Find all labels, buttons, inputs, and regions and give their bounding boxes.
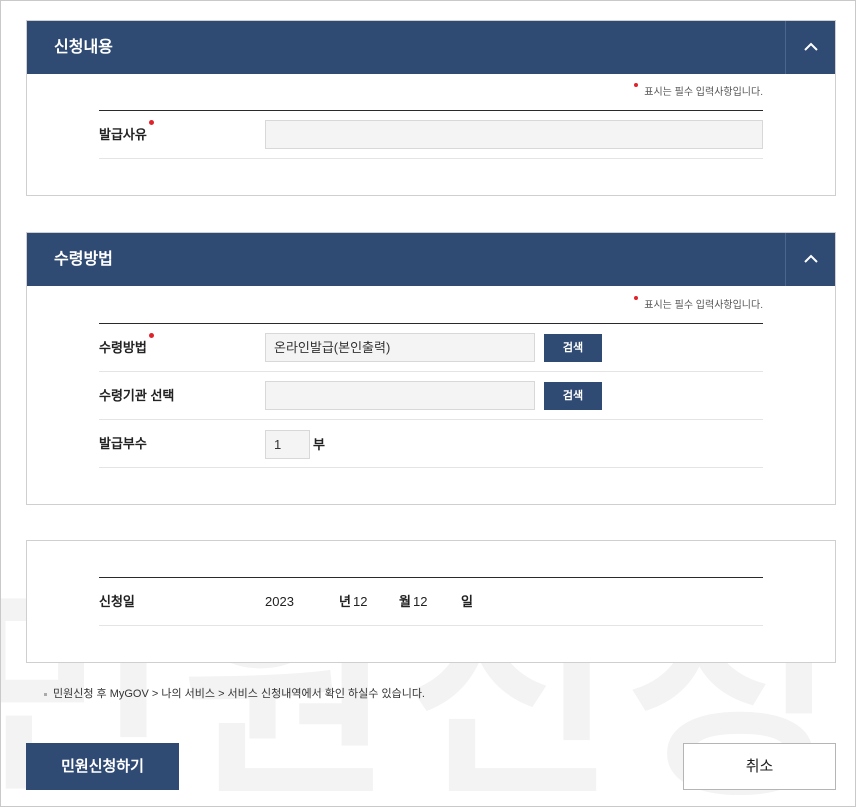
date-year-unit: 년 bbox=[339, 594, 351, 609]
field-label: 수령방법 bbox=[99, 340, 147, 355]
section-header: 수령방법 bbox=[27, 233, 835, 286]
section-receipt-method: 수령방법 표시는 필수 입력사항입니다. 수령방법 온라인발급(본인출력) 검색… bbox=[26, 232, 836, 505]
section-title: 신청내용 bbox=[54, 39, 113, 56]
field-label: 발급사유 bbox=[99, 127, 147, 142]
method-search-button[interactable]: 검색 bbox=[544, 334, 602, 362]
required-note: 표시는 필수 입력사항입니다. bbox=[634, 296, 763, 311]
chevron-up-icon bbox=[804, 254, 818, 263]
date-day-unit: 일 bbox=[461, 594, 473, 609]
receipt-method-input[interactable]: 온라인발급(본인출력) bbox=[265, 333, 535, 362]
form-row-agency: 수령기관 선택 검색 bbox=[99, 372, 763, 420]
form-table: 발급사유 bbox=[99, 110, 763, 159]
section-application-date: 신청일 2023 년 12 월 12 일 bbox=[26, 540, 836, 663]
copies-input[interactable]: 1 bbox=[265, 430, 310, 459]
form-row-reason: 발급사유 bbox=[99, 111, 763, 159]
required-marker bbox=[149, 120, 154, 125]
bullet-icon bbox=[44, 692, 47, 696]
date-day: 12 bbox=[413, 594, 428, 609]
section-header: 신청내용 bbox=[27, 21, 835, 74]
form-row-copies: 발급부수 1 부 bbox=[99, 420, 763, 468]
date-month: 12 bbox=[353, 594, 368, 609]
agency-search-button[interactable]: 검색 bbox=[544, 382, 602, 410]
field-label: 신청일 bbox=[99, 594, 135, 609]
required-note: 표시는 필수 입력사항입니다. bbox=[634, 83, 763, 98]
field-label: 발급부수 bbox=[99, 436, 147, 451]
reason-input[interactable] bbox=[265, 120, 763, 149]
section-title: 수령방법 bbox=[54, 251, 113, 268]
form-table: 신청일 2023 년 12 월 12 일 bbox=[99, 577, 763, 626]
chevron-up-icon bbox=[804, 42, 818, 51]
section-application-content: 신청내용 표시는 필수 입력사항입니다. 발급사유 bbox=[26, 20, 836, 196]
copies-unit: 부 bbox=[313, 437, 325, 452]
required-dot bbox=[634, 83, 639, 87]
cancel-button[interactable]: 취소 bbox=[683, 743, 836, 790]
required-dot bbox=[634, 296, 639, 300]
agency-input[interactable] bbox=[265, 381, 535, 410]
form-row-date: 신청일 2023 년 12 월 12 일 bbox=[99, 578, 763, 626]
required-marker bbox=[149, 333, 154, 338]
date-year: 2023 bbox=[265, 594, 294, 609]
collapse-toggle-button[interactable] bbox=[785, 233, 835, 286]
submit-application-button[interactable]: 민원신청하기 bbox=[26, 743, 179, 790]
date-month-unit: 월 bbox=[399, 594, 411, 609]
form-table: 수령방법 온라인발급(본인출력) 검색 수령기관 선택 검색 발급부수 1 부 bbox=[99, 323, 763, 468]
collapse-toggle-button[interactable] bbox=[785, 21, 835, 74]
form-row-method: 수령방법 온라인발급(본인출력) 검색 bbox=[99, 324, 763, 372]
field-label: 수령기관 선택 bbox=[99, 388, 175, 403]
notice-text: 민원신청 후 MyGOV > 나의 서비스 > 서비스 신청내역에서 확인 하실… bbox=[44, 685, 425, 701]
